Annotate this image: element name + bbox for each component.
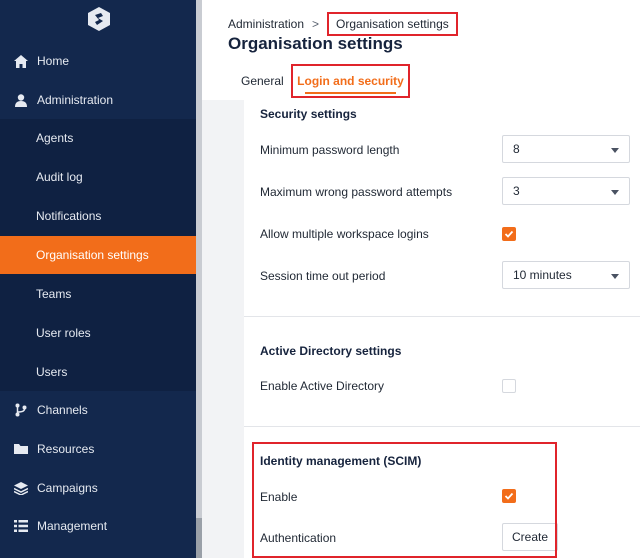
page-title: Organisation settings (228, 34, 403, 53)
sidebar-item-campaigns[interactable]: Campaigns (0, 469, 196, 507)
chevron-down-icon (611, 274, 619, 279)
max-attempts-value: 3 (513, 184, 520, 198)
checkmark-icon (504, 230, 514, 238)
min-password-label: Minimum password length (260, 143, 400, 157)
sidebar-subitem-organisation-settings[interactable]: Organisation settings (0, 236, 196, 274)
min-password-value: 8 (513, 142, 520, 156)
chevron-down-icon (611, 148, 619, 153)
sidebar-item-channels[interactable]: Channels (0, 391, 196, 429)
breadcrumb-separator: > (312, 17, 320, 31)
sidebar-item-label: Campaigns (37, 481, 98, 495)
active-directory-title: Active Directory settings (260, 344, 402, 358)
max-attempts-select[interactable]: 3 (502, 177, 630, 205)
sidebar-item-label: Administration (37, 93, 114, 107)
section-divider (244, 316, 640, 317)
logo-icon[interactable] (87, 6, 111, 32)
max-attempts-label: Maximum wrong password attempts (260, 185, 453, 199)
content-area: Security settings Minimum password lengt… (202, 100, 640, 558)
breadcrumb-administration[interactable]: Administration (228, 17, 304, 31)
security-settings-title: Security settings (260, 107, 357, 121)
sidebar-subitem-user-roles[interactable]: User roles (0, 314, 196, 352)
branch-icon (13, 402, 29, 418)
layers-icon (13, 480, 29, 496)
sidebar-item-label: Management (37, 519, 108, 533)
user-icon (13, 92, 29, 108)
sidebar-item-administration[interactable]: Administration (0, 81, 196, 119)
sidebar-item-home[interactable]: Home (0, 42, 196, 80)
tab-login-and-security[interactable]: Login and security (291, 64, 410, 98)
sidebar-item-management[interactable]: Management (0, 507, 196, 545)
sidebar: Home Administration Agents Audit log Not… (0, 0, 196, 558)
breadcrumb: Administration > Organisation settings (228, 12, 458, 36)
enable-ad-label: Enable Active Directory (260, 379, 385, 393)
settings-panel: Security settings Minimum password lengt… (244, 100, 640, 558)
sidebar-subitem-agents[interactable]: Agents (0, 119, 196, 157)
sidebar-item-label: Home (37, 54, 70, 68)
tab-general[interactable]: General (241, 64, 284, 98)
multi-login-label: Allow multiple workspace logins (260, 227, 429, 241)
folder-icon (13, 441, 29, 457)
timeout-select[interactable]: 10 minutes (502, 261, 630, 289)
list-icon (13, 518, 29, 534)
sidebar-item-resources[interactable]: Resources (0, 430, 196, 468)
section-divider (244, 426, 640, 427)
timeout-value: 10 minutes (513, 268, 572, 282)
timeout-label: Session time out period (260, 269, 386, 283)
sidebar-subitem-users[interactable]: Users (0, 353, 196, 391)
multi-login-checkbox[interactable] (502, 227, 516, 241)
home-icon (13, 53, 29, 69)
sidebar-subitem-teams[interactable]: Teams (0, 275, 196, 313)
min-password-select[interactable]: 8 (502, 135, 630, 163)
administration-submenu: Agents Audit log Notifications Organisat… (0, 119, 196, 391)
chevron-down-icon (611, 190, 619, 195)
scim-highlight-box (252, 442, 557, 558)
tab-bar: General Login and security (202, 64, 640, 100)
main-content: Administration > Organisation settings O… (202, 0, 640, 558)
sidebar-item-label: Channels (37, 403, 88, 417)
enable-ad-checkbox[interactable] (502, 379, 516, 393)
sidebar-subitem-audit-log[interactable]: Audit log (0, 158, 196, 196)
sidebar-subitem-notifications[interactable]: Notifications (0, 197, 196, 235)
breadcrumb-current: Organisation settings (327, 12, 458, 36)
sidebar-item-label: Resources (37, 442, 95, 456)
